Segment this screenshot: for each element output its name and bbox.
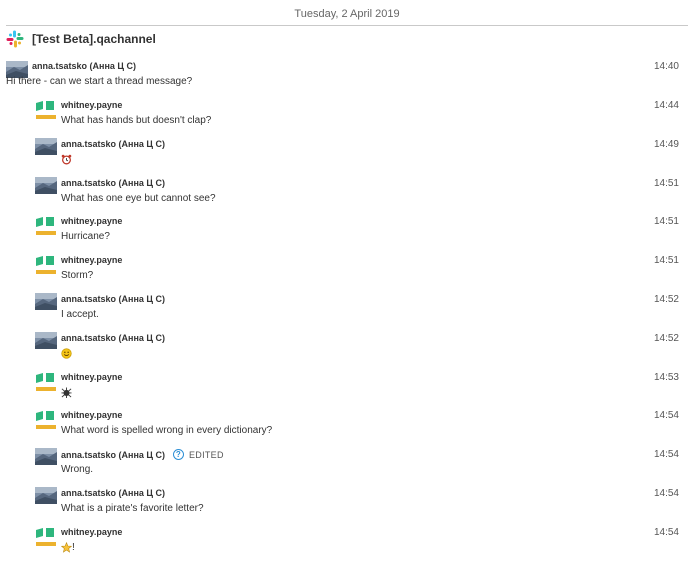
message-author[interactable]: anna.tsatsko (Анна Ц С): [61, 178, 165, 188]
avatar[interactable]: [35, 176, 57, 194]
message-text: What has one eye but cannot see?: [61, 193, 216, 204]
date-header: Tuesday, 2 April 2019: [294, 8, 400, 20]
message-text-content: !: [72, 541, 75, 553]
message-text: What is a pirate's favorite letter?: [61, 503, 204, 514]
message-text: What word is spelled wrong in every dict…: [61, 425, 272, 436]
author-name: whitney.payne: [61, 371, 123, 382]
alarm-clock-icon: [61, 154, 72, 165]
author-name: anna.tsatsko (Анна Ц С): [61, 294, 165, 304]
message-time: 14:51: [653, 177, 679, 189]
message-text-content: Storm?: [61, 270, 94, 282]
author-name: anna.tsatsko (Анна Ц С): [61, 488, 165, 498]
avatar[interactable]: [35, 410, 57, 430]
star-icon: [61, 541, 72, 553]
message-time: 14:54: [653, 449, 679, 461]
message-time: 14:54: [653, 410, 679, 422]
thread-reply: anna.tsatsko (Анна Ц С) I accept. 14:52: [0, 291, 694, 325]
thread-reply: anna.tsatsko (Анна Ц С) What is a pirate'…: [0, 485, 694, 519]
author-name: whitney.payne: [61, 526, 123, 537]
message-author[interactable]: anna.tsatsko (Анна Ц С): [61, 139, 165, 149]
avatar[interactable]: [35, 527, 57, 547]
thread-reply: whitney.payne What has hands but doesn't …: [0, 97, 694, 131]
message-text: Hurricane?: [61, 231, 110, 242]
message-time: 14:40: [653, 61, 679, 72]
thread-reply: anna.tsatsko (Анна Ц С) 14:49: [0, 136, 694, 170]
thread-reply: whitney.payne 14:53: [0, 369, 694, 403]
thread-reply: whitney.payne Storm? 14:51: [0, 252, 694, 286]
message-time: 14:51: [653, 216, 679, 228]
message-author[interactable]: whitney.payne: [61, 372, 122, 382]
thread-reply: anna.tsatsko (Анна Ц С) What has one eye …: [0, 175, 694, 209]
message-text-content: What is a pirate's favorite letter?: [61, 503, 204, 514]
message-author[interactable]: whitney.payne: [61, 255, 122, 265]
message-text: [61, 154, 72, 165]
message-author[interactable]: anna.tsatsko (Анна Ц С): [61, 294, 165, 304]
message-text-content: What word is spelled wrong in every dict…: [61, 425, 273, 437]
message-time: 14:51: [653, 255, 679, 267]
message-time: 14:52: [653, 294, 679, 305]
message-author[interactable]: whitney.payne: [61, 527, 122, 537]
thread-reply: whitney.payne Hurricane? 14:51: [0, 213, 694, 247]
channel-name: [Test Beta].qachannel: [32, 32, 156, 46]
author-name: whitney.payne: [61, 100, 123, 110]
message-text: Storm?: [61, 270, 93, 281]
edited-indicator[interactable]: ? EDITED: [172, 449, 224, 461]
gear-bug-icon: [61, 387, 72, 398]
thread-reply: anna.tsatsko (Анна Ц С)? EDITED Wrong. 14:5…: [0, 446, 694, 480]
slack-logo-icon: [6, 30, 24, 48]
avatar[interactable]: [35, 137, 57, 155]
message-text-content: I accept.: [61, 309, 99, 320]
root-message: anna.tsatsko (Анна Ц С) Hi there - can w…: [0, 58, 694, 90]
avatar[interactable]: [35, 487, 57, 504]
message-author[interactable]: anna.tsatsko (Анна Ц С): [32, 61, 136, 71]
author-name: anna.tsatsko (Анна Ц С): [61, 138, 165, 149]
thread-reply: anna.tsatsko (Анна Ц С) 14:52: [0, 330, 694, 364]
message-text: [61, 348, 72, 359]
author-name: whitney.payne: [61, 410, 123, 421]
thread-reply: whitney.payne What word is spelled wrong …: [0, 407, 694, 441]
author-name: whitney.payne: [61, 255, 123, 266]
message-author[interactable]: whitney.payne: [61, 100, 122, 110]
thread-reply: whitney.payne! 14:54: [0, 524, 694, 558]
author-name: anna.tsatsko (Анна Ц С): [61, 177, 165, 188]
message-text: [61, 387, 72, 398]
message-text: Hi there - can we start a thread message…: [6, 76, 193, 87]
avatar[interactable]: [35, 372, 57, 392]
message-text-content: What has one eye but cannot see?: [61, 192, 216, 204]
message-time: 14:49: [653, 138, 679, 150]
avatar[interactable]: [35, 448, 57, 466]
message-author[interactable]: anna.tsatsko (Анна Ц С): [61, 333, 165, 343]
help-icon[interactable]: ?: [172, 449, 184, 461]
author-name: anna.tsatsko (Анна Ц С): [61, 449, 165, 460]
message-text: What has hands but doesn't clap?: [61, 115, 211, 126]
avatar[interactable]: [35, 255, 57, 275]
message-time: 14:52: [653, 332, 679, 344]
message-text: Wrong.: [61, 464, 93, 475]
message-text: !: [61, 541, 75, 553]
author-name: anna.tsatsko (Анна Ц С): [61, 332, 165, 343]
author-name: whitney.payne: [61, 216, 123, 227]
message-time: 14:44: [653, 100, 679, 111]
message-author[interactable]: whitney.payne: [61, 216, 122, 226]
avatar[interactable]: [35, 216, 57, 236]
message-author[interactable]: anna.tsatsko (Анна Ц С): [61, 488, 165, 498]
smiley-face-icon: [61, 348, 72, 359]
edited-label: EDITED: [188, 449, 224, 460]
message-text: I accept.: [61, 309, 99, 320]
message-author[interactable]: whitney.payne: [61, 410, 122, 420]
message-text-content: What has hands but doesn't clap?: [61, 115, 212, 126]
message-time: 14:54: [653, 526, 679, 538]
avatar[interactable]: [35, 293, 57, 310]
date-divider: [6, 25, 688, 26]
avatar[interactable]: [35, 100, 57, 120]
message-time: 14:53: [653, 371, 679, 383]
message-author[interactable]: anna.tsatsko (Анна Ц С)? EDITED: [61, 449, 224, 461]
channel-header[interactable]: [Test Beta].qachannel: [6, 29, 156, 49]
message-time: 14:54: [653, 488, 679, 499]
message-text-content: Wrong.: [61, 464, 94, 476]
avatar[interactable]: [35, 331, 57, 349]
message-text-content: Hurricane?: [61, 231, 110, 243]
